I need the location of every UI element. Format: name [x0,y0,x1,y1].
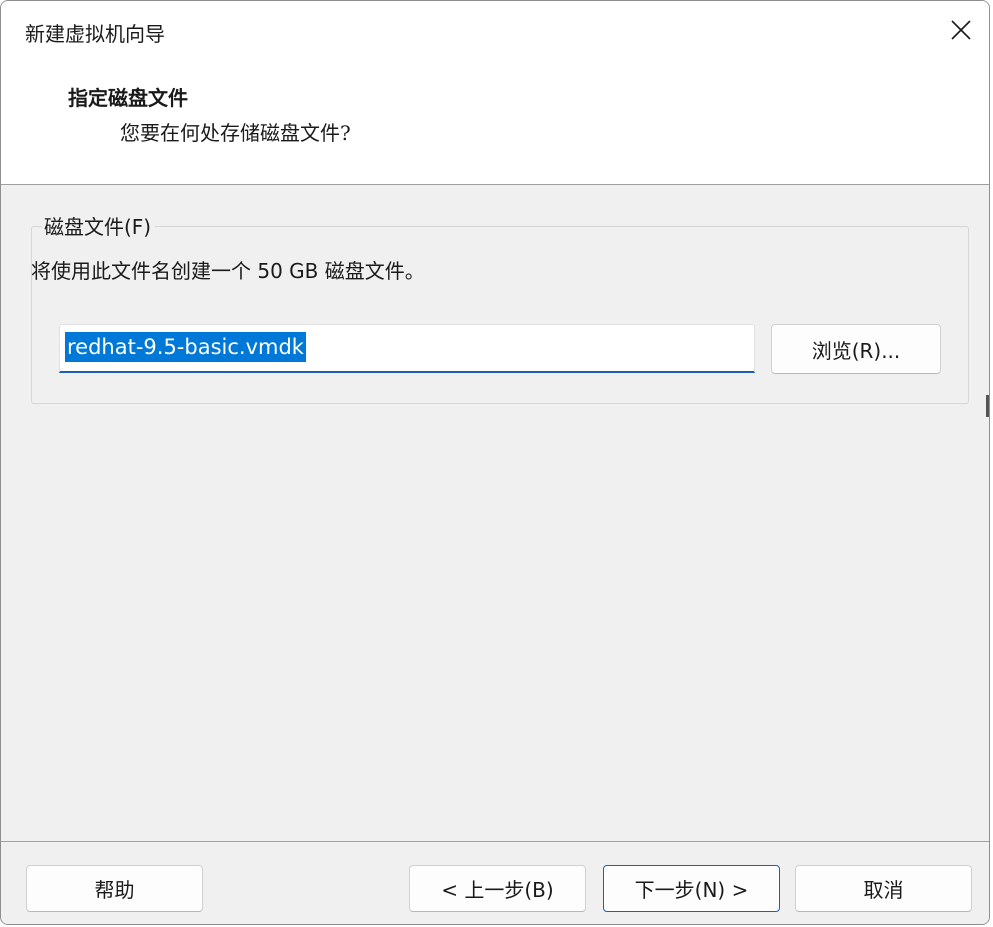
close-button[interactable] [933,1,989,63]
cancel-button[interactable]: 取消 [795,865,972,912]
disk-filename-value: redhat-9.5-basic.vmdk [65,332,306,362]
wizard-body: 磁盘文件(F) 将使用此文件名创建一个 50 GB 磁盘文件。 [1,186,989,841]
page-title: 指定磁盘文件 [68,86,188,110]
page-subtitle: 您要在何处存储磁盘文件? [120,121,351,145]
title-bar: 新建虚拟机向导 [1,1,989,63]
next-button[interactable]: 下一步(N) > [603,865,780,912]
disk-file-groupbox: 磁盘文件(F) [31,214,969,404]
back-button[interactable]: < 上一步(B) [409,865,586,912]
browse-button[interactable]: 浏览(R)... [771,324,941,374]
disk-file-description: 将使用此文件名创建一个 50 GB 磁盘文件。 [31,259,425,283]
disk-filename-input[interactable]: redhat-9.5-basic.vmdk [59,324,755,373]
window-edge-marker [986,395,989,417]
window-title: 新建虚拟机向导 [25,22,165,46]
close-icon [950,19,972,45]
disk-file-group-label: 磁盘文件(F) [42,214,156,240]
wizard-window: 新建虚拟机向导 指定磁盘文件 您要在何处存储磁盘文件? 磁盘文件(F) 将使用此… [0,0,990,925]
wizard-header: 指定磁盘文件 您要在何处存储磁盘文件? [1,63,989,185]
help-button[interactable]: 帮助 [26,865,203,912]
